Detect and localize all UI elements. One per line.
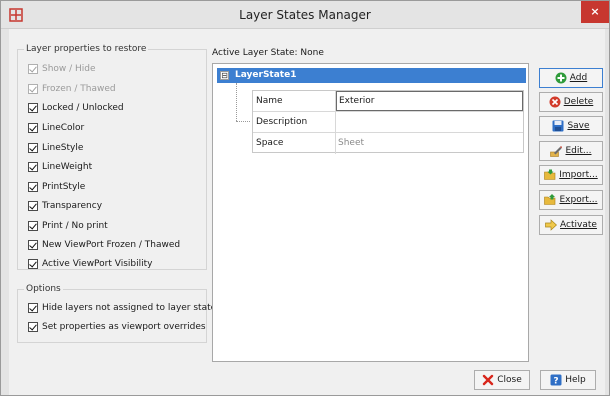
property-grid: Name Exterior Description Space Sheet <box>252 90 524 154</box>
checkbox-label: Show / Hide <box>42 64 96 74</box>
window-title: Layer States Manager <box>239 8 371 22</box>
checkbox-show-hide[interactable]: Show / Hide <box>28 62 96 76</box>
edit-button[interactable]: Edit... <box>539 141 603 161</box>
checkbox-print-noprint[interactable]: Print / No print <box>28 219 108 233</box>
collapse-icon[interactable]: ⊟ <box>220 71 229 80</box>
checkbox-label: Print / No print <box>42 221 108 231</box>
help-icon: ? <box>550 374 562 386</box>
checkbox-box[interactable] <box>28 64 38 74</box>
divider <box>335 112 336 133</box>
checkbox-linecolor[interactable]: LineColor <box>28 121 84 135</box>
checkbox-box[interactable] <box>28 143 38 153</box>
activate-label: Activate <box>560 220 597 230</box>
name-input[interactable]: Exterior <box>336 91 523 111</box>
add-icon <box>555 72 567 84</box>
checkbox-box[interactable] <box>28 201 38 211</box>
close-label: Close <box>497 375 522 385</box>
help-button[interactable]: ? Help <box>540 370 596 390</box>
checkbox-box[interactable] <box>28 303 38 313</box>
help-label: Help <box>565 375 586 385</box>
import-label: Import... <box>559 170 598 180</box>
options-group <box>17 289 207 343</box>
checkbox-box[interactable] <box>28 84 38 94</box>
save-label: Save <box>567 121 590 131</box>
checkbox-label: PrintStyle <box>42 182 86 192</box>
tree-node-selected[interactable]: ⊟ LayerState1 <box>217 68 526 83</box>
checkbox-box[interactable] <box>28 221 38 231</box>
checkbox-box[interactable] <box>28 103 38 113</box>
window-close-button[interactable]: × <box>581 1 609 23</box>
checkbox-active-viewport-visibility[interactable]: Active ViewPort Visibility <box>28 257 152 271</box>
checkbox-hide-unassigned-layers[interactable]: Hide layers not assigned to layer state <box>28 301 216 315</box>
delete-label: Delete <box>563 97 594 107</box>
export-button[interactable]: Export... <box>539 190 603 210</box>
svg-text:?: ? <box>554 377 559 387</box>
property-name: Space <box>256 138 284 148</box>
checkbox-label: Transparency <box>42 201 103 211</box>
checkbox-viewport-overrides[interactable]: Set properties as viewport overrides <box>28 320 206 334</box>
property-name: Name <box>256 96 283 106</box>
tree-node-label: LayerState1 <box>235 70 297 80</box>
checkbox-label: Frozen / Thawed <box>42 84 116 94</box>
import-button[interactable]: Import... <box>539 165 603 185</box>
checkbox-label: LineWeight <box>42 162 93 172</box>
close-button[interactable]: Close <box>474 370 530 390</box>
property-value: Exterior <box>339 96 375 106</box>
delete-icon <box>549 96 561 108</box>
checkbox-box[interactable] <box>28 123 38 133</box>
property-row-description: Description <box>253 112 523 133</box>
export-label: Export... <box>559 195 598 205</box>
checkbox-box[interactable] <box>28 162 38 172</box>
checkbox-new-viewport-frozen[interactable]: New ViewPort Frozen / Thawed <box>28 238 180 252</box>
checkbox-label: Locked / Unlocked <box>42 103 124 113</box>
property-row-space: Space Sheet <box>253 133 523 154</box>
add-button[interactable]: Add <box>539 68 603 88</box>
checkbox-label: Set properties as viewport overrides <box>42 322 206 332</box>
checkbox-transparency[interactable]: Transparency <box>28 199 102 213</box>
import-folder-icon <box>544 169 556 180</box>
divider <box>335 133 336 154</box>
checkbox-label: LineColor <box>42 123 85 133</box>
add-label: Add <box>569 73 588 83</box>
checkbox-label: Hide layers not assigned to layer state <box>42 303 217 313</box>
layer-states-tree[interactable]: ⊟ LayerState1 Name Exterior Description … <box>212 63 529 362</box>
property-name: Description <box>256 117 308 127</box>
checkbox-linestyle[interactable]: LineStyle <box>28 141 83 155</box>
tree-connector <box>236 121 250 122</box>
edit-label: Edit... <box>565 146 592 156</box>
checkbox-box[interactable] <box>28 322 38 332</box>
checkbox-box[interactable] <box>28 182 38 192</box>
checkbox-box[interactable] <box>28 259 38 269</box>
title-bar: Layer States Manager × <box>1 1 609 29</box>
right-frame <box>605 29 609 395</box>
edit-icon <box>550 146 563 157</box>
property-value: Sheet <box>338 138 365 148</box>
checkbox-lineweight[interactable]: LineWeight <box>28 160 92 174</box>
arrow-right-icon <box>545 219 558 231</box>
checkbox-printstyle[interactable]: PrintStyle <box>28 180 85 194</box>
property-row-name: Name Exterior <box>253 91 523 112</box>
tree-connector <box>236 83 237 121</box>
export-folder-icon <box>544 194 556 205</box>
checkbox-box[interactable] <box>28 240 38 250</box>
checkbox-label: LineStyle <box>42 143 84 153</box>
left-frame <box>1 29 9 395</box>
restore-properties-title: Layer properties to restore <box>24 44 149 54</box>
close-icon <box>483 374 494 386</box>
layer-states-manager-dialog: Layer States Manager × Layer properties … <box>0 0 610 396</box>
checkbox-frozen-thawed[interactable]: Frozen / Thawed <box>28 82 116 96</box>
save-button[interactable]: Save <box>539 116 603 136</box>
delete-button[interactable]: Delete <box>539 92 603 112</box>
checkbox-label: New ViewPort Frozen / Thawed <box>42 240 181 250</box>
activate-button[interactable]: Activate <box>539 215 603 235</box>
options-title: Options <box>24 284 63 294</box>
checkbox-label: Active ViewPort Visibility <box>42 259 153 269</box>
active-layer-state-label: Active Layer State: None <box>212 48 324 58</box>
save-icon <box>552 120 564 132</box>
checkbox-locked-unlocked[interactable]: Locked / Unlocked <box>28 101 124 115</box>
